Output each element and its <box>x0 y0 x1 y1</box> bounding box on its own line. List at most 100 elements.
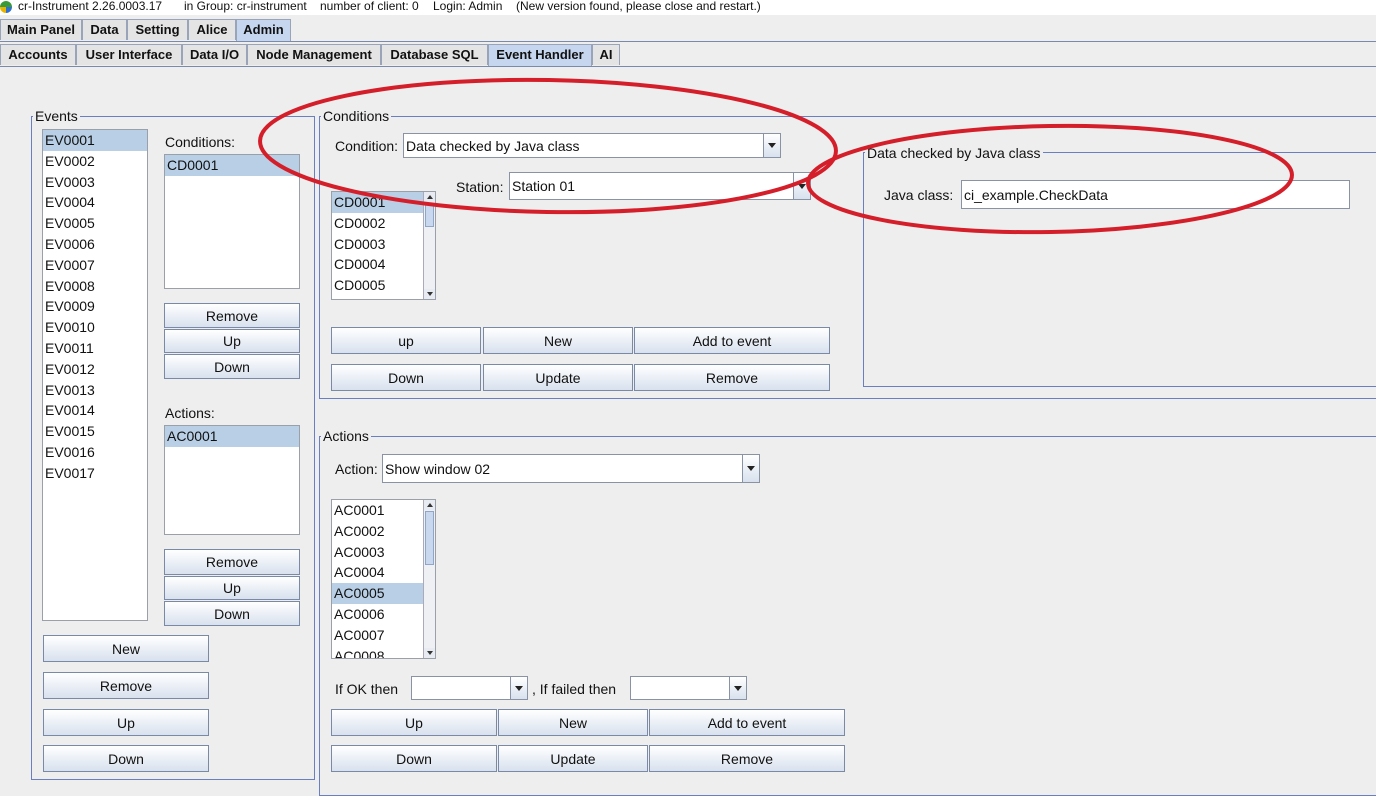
chevron-down-icon[interactable] <box>729 677 746 699</box>
tab-setting[interactable]: Setting <box>127 19 188 40</box>
list-item[interactable]: EV0012 <box>43 359 147 380</box>
update-condition-button[interactable]: Update <box>483 364 633 391</box>
tab-node-management[interactable]: Node Management <box>247 44 381 65</box>
list-item[interactable]: CD0003 <box>332 234 435 255</box>
event-actions-list[interactable]: AC0001 <box>164 425 300 535</box>
actions-list-scrollbar[interactable] <box>423 500 435 658</box>
condition-up-btn[interactable]: up <box>331 327 481 354</box>
version-notice: (New version found, please close and res… <box>516 0 761 13</box>
chevron-down-icon[interactable] <box>510 677 527 699</box>
remove-condition-btn[interactable]: Remove <box>634 364 830 391</box>
action-up-button[interactable]: Up <box>164 576 300 600</box>
list-item[interactable]: EV0016 <box>43 442 147 463</box>
scroll-thumb[interactable] <box>425 511 434 565</box>
action-up-btn[interactable]: Up <box>331 709 497 736</box>
list-item[interactable]: EV0008 <box>43 276 147 297</box>
tab-ai[interactable]: AI <box>592 44 620 65</box>
chevron-down-icon[interactable] <box>742 455 759 482</box>
title-bar: cr-Instrument 2.26.0003.17 in Group: cr-… <box>0 0 1376 15</box>
tab-database-sql[interactable]: Database SQL <box>381 44 488 65</box>
scroll-down-icon[interactable] <box>424 289 435 299</box>
tab-admin[interactable]: Admin <box>236 19 291 41</box>
action-type-select[interactable]: Show window 02 <box>382 454 760 483</box>
remove-action-btn[interactable]: Remove <box>649 745 845 772</box>
if-ok-select[interactable] <box>411 676 528 700</box>
events-list[interactable]: EV0001 EV0002 EV0003 EV0004 EV0005 EV000… <box>42 129 148 621</box>
list-item[interactable]: EV0013 <box>43 380 147 401</box>
list-item[interactable]: AC0001 <box>165 426 299 447</box>
list-item[interactable]: CD0001 <box>165 155 299 176</box>
actions-list[interactable]: AC0001 AC0002 AC0003 AC0004 AC0005 AC000… <box>331 499 436 659</box>
new-condition-button[interactable]: New <box>483 327 633 354</box>
list-item[interactable]: EV0009 <box>43 296 147 317</box>
remove-condition-button[interactable]: Remove <box>164 303 300 328</box>
list-item[interactable]: EV0003 <box>43 172 147 193</box>
scroll-down-icon[interactable] <box>424 648 435 658</box>
tab-accounts[interactable]: Accounts <box>0 44 76 65</box>
tab-data[interactable]: Data <box>82 19 127 40</box>
event-conditions-label: Conditions: <box>165 134 236 150</box>
list-item[interactable]: CD0004 <box>332 254 435 275</box>
list-item[interactable]: CD0005 <box>332 275 435 296</box>
add-condition-to-event-button[interactable]: Add to event <box>634 327 830 354</box>
list-item[interactable]: EV0015 <box>43 421 147 442</box>
java-class-input[interactable]: ci_example.CheckData <box>961 180 1350 209</box>
java-class-panel-title: Data checked by Java class <box>865 145 1043 161</box>
remove-action-button[interactable]: Remove <box>164 549 300 575</box>
scroll-thumb[interactable] <box>425 203 434 227</box>
condition-up-button[interactable]: Up <box>164 329 300 353</box>
tab-event-handler[interactable]: Event Handler <box>488 44 592 66</box>
action-down-button[interactable]: Down <box>164 601 300 626</box>
action-type-label: Action: <box>335 461 378 477</box>
list-item[interactable]: AC0006 <box>332 604 423 625</box>
list-item[interactable]: AC0007 <box>332 625 423 646</box>
event-up-button[interactable]: Up <box>43 709 209 736</box>
list-item[interactable]: EV0017 <box>43 463 147 484</box>
list-item[interactable]: AC0008 <box>332 646 423 658</box>
conditions-list-scrollbar[interactable] <box>423 192 435 299</box>
tab-data-io[interactable]: Data I/O <box>182 44 247 65</box>
list-item[interactable]: EV0005 <box>43 213 147 234</box>
actions-group <box>319 436 1376 796</box>
list-item[interactable]: CD0002 <box>332 213 435 234</box>
list-item[interactable]: CD0001 <box>332 192 423 213</box>
event-down-button[interactable]: Down <box>43 745 209 772</box>
update-action-button[interactable]: Update <box>498 745 648 772</box>
new-event-button[interactable]: New <box>43 635 209 662</box>
condition-down-button[interactable]: Down <box>164 354 300 379</box>
conditions-list[interactable]: CD0001 CD0002 CD0003 CD0004 CD0005 <box>331 191 436 300</box>
scroll-up-icon[interactable] <box>424 500 435 510</box>
app-logo-icon <box>0 1 12 13</box>
list-item[interactable]: EV0010 <box>43 317 147 338</box>
condition-type-select[interactable]: Data checked by Java class <box>403 133 781 158</box>
action-down-btn[interactable]: Down <box>331 745 497 772</box>
tab-alice[interactable]: Alice <box>188 19 236 40</box>
chevron-down-icon[interactable] <box>793 173 810 199</box>
tab-user-interface[interactable]: User Interface <box>76 44 182 65</box>
list-item[interactable]: EV0006 <box>43 234 147 255</box>
list-item[interactable]: EV0014 <box>43 400 147 421</box>
list-item[interactable]: AC0005 <box>332 583 423 604</box>
list-item[interactable]: AC0003 <box>332 542 423 563</box>
list-item[interactable]: EV0007 <box>43 255 147 276</box>
if-failed-select[interactable] <box>630 676 747 700</box>
list-item[interactable]: EV0004 <box>43 192 147 213</box>
main-tab-bar: Main Panel Data Setting Alice Admin <box>0 19 1376 42</box>
list-item[interactable]: EV0002 <box>43 151 147 172</box>
new-action-button[interactable]: New <box>498 709 648 736</box>
chevron-down-icon[interactable] <box>763 134 780 157</box>
station-select[interactable]: Station 01 <box>509 172 811 200</box>
event-conditions-list[interactable]: CD0001 <box>164 154 300 289</box>
scroll-up-icon[interactable] <box>424 192 435 202</box>
tab-main-panel[interactable]: Main Panel <box>0 19 82 40</box>
list-item[interactable]: AC0004 <box>332 562 423 583</box>
list-item[interactable]: AC0002 <box>332 521 423 542</box>
java-class-label: Java class: <box>884 187 954 203</box>
add-action-to-event-button[interactable]: Add to event <box>649 709 845 736</box>
event-actions-label: Actions: <box>165 405 215 421</box>
remove-event-button[interactable]: Remove <box>43 672 209 699</box>
list-item[interactable]: EV0001 <box>43 130 147 151</box>
list-item[interactable]: EV0011 <box>43 338 147 359</box>
list-item[interactable]: AC0001 <box>332 500 423 521</box>
condition-down-btn[interactable]: Down <box>331 364 481 391</box>
